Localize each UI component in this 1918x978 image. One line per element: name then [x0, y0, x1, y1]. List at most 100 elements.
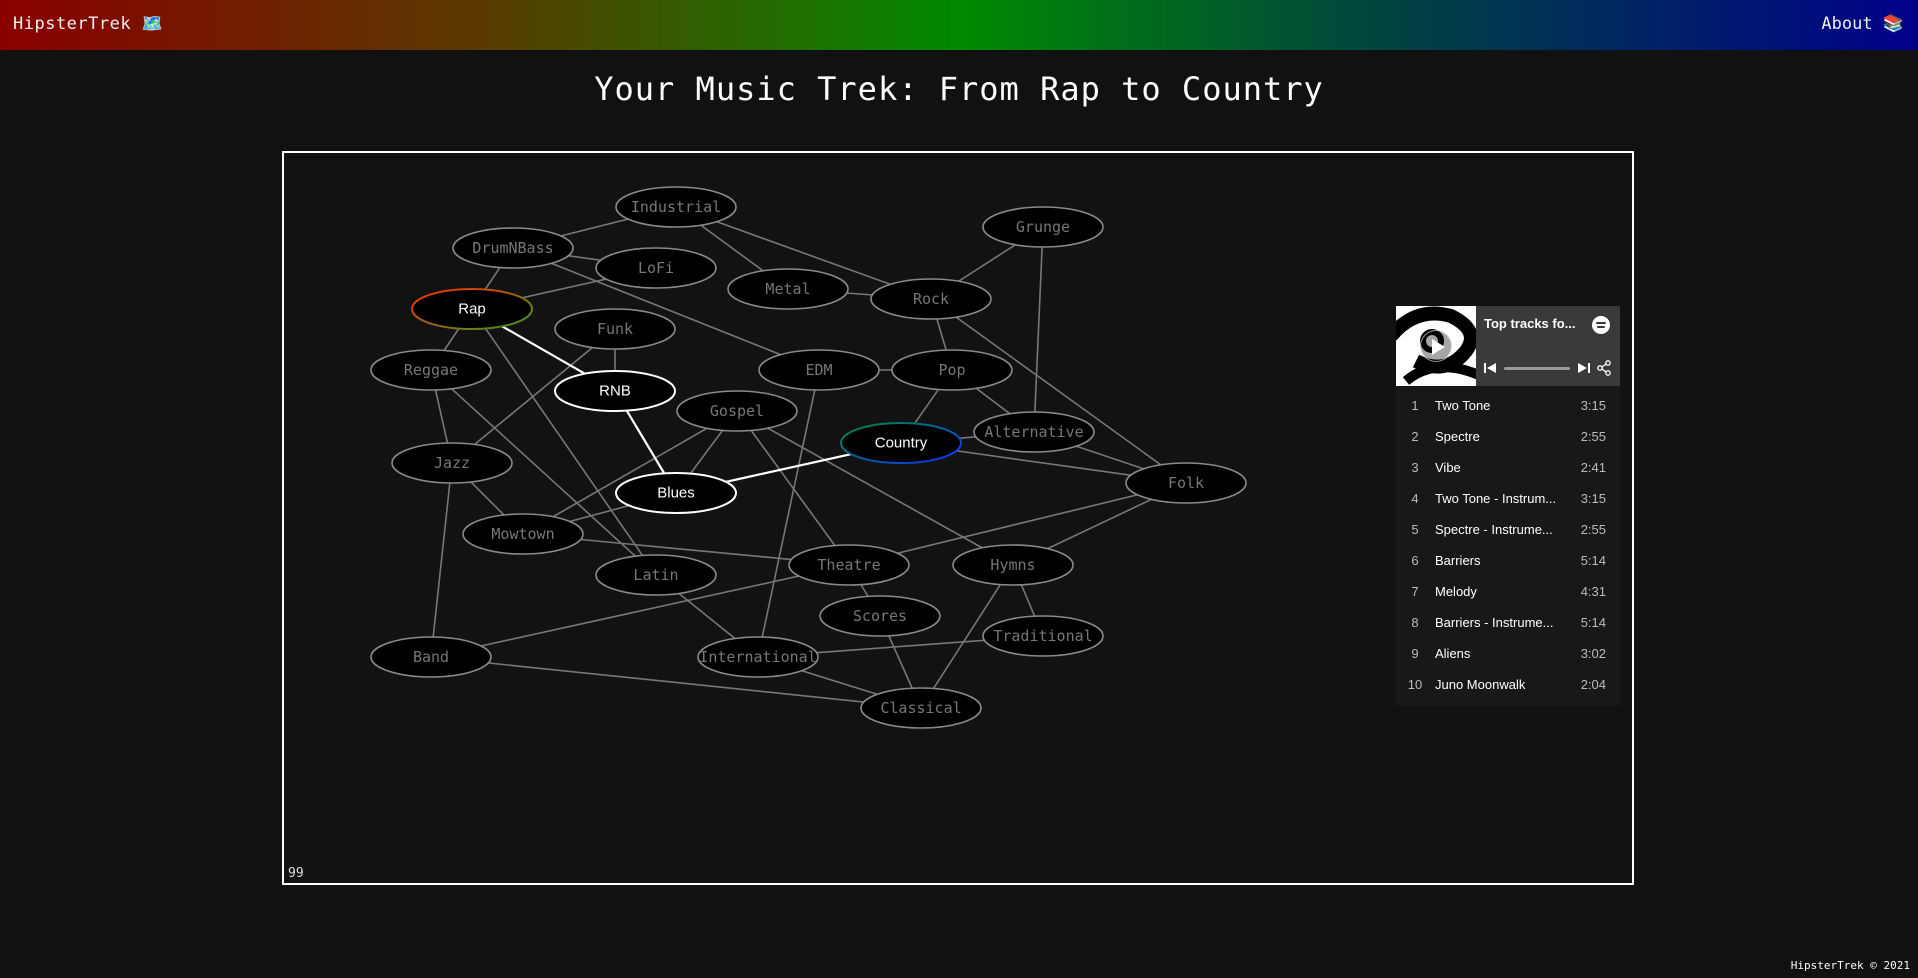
- genre-node-rap[interactable]: Rap: [411, 288, 533, 330]
- genre-node-lofi[interactable]: LoFi: [595, 247, 717, 289]
- track-row[interactable]: 5 Spectre - Instrume... 2:55: [1396, 514, 1620, 545]
- track-number: 4: [1411, 491, 1419, 506]
- genre-node-country[interactable]: Country: [840, 422, 962, 464]
- node-layer: Industrial Grunge DrumNBass LoFi Metal Rock Ra…: [370, 186, 1247, 729]
- share-icon[interactable]: [1596, 360, 1612, 376]
- about-link[interactable]: About 📚: [1821, 14, 1904, 34]
- genre-counter: 99: [288, 866, 304, 881]
- genre-node-rnb[interactable]: RNB: [554, 370, 676, 412]
- genre-node-gospel[interactable]: Gospel: [676, 390, 798, 432]
- genre-node-label: Blues: [657, 485, 695, 502]
- track-name: Melody: [1435, 584, 1477, 599]
- track-row[interactable]: 2 Spectre 2:55: [1396, 421, 1620, 452]
- track-row[interactable]: 4 Two Tone - Instrum... 3:15: [1396, 483, 1620, 514]
- genre-node-rock[interactable]: Rock: [870, 278, 992, 320]
- genre-node-label: Rock: [913, 290, 949, 308]
- genre-node-grunge[interactable]: Grunge: [982, 206, 1104, 248]
- track-row[interactable]: 7 Melody 4:31: [1396, 576, 1620, 607]
- footer-copyright: HipsterTrek © 2021: [1790, 959, 1910, 972]
- track-row[interactable]: 3 Vibe 2:41: [1396, 452, 1620, 483]
- genre-node-label: Reggae: [404, 361, 458, 379]
- genre-node-label: Mowtown: [491, 525, 554, 543]
- top-nav-bar: HipsterTrek 🗺️ About 📚: [0, 0, 1918, 50]
- track-name: Barriers: [1435, 553, 1481, 568]
- track-duration: 2:55: [1580, 429, 1606, 444]
- progress-bar[interactable]: [1504, 367, 1570, 370]
- track-number: 1: [1411, 398, 1419, 413]
- graph-edge: [736, 410, 850, 566]
- genre-node-label: Theatre: [817, 556, 880, 574]
- genre-node-label: Jazz: [434, 454, 470, 472]
- genre-node-label: Hymns: [990, 556, 1035, 574]
- genre-node-funk[interactable]: Funk: [554, 308, 676, 350]
- genre-node-label: RNB: [599, 383, 631, 400]
- graph-edge: [1033, 226, 1044, 433]
- genre-node-mowtown[interactable]: Mowtown: [462, 513, 584, 555]
- genre-node-alternative[interactable]: Alternative: [973, 411, 1095, 453]
- genre-node-label: Metal: [765, 280, 810, 298]
- player-title[interactable]: Top tracks fo...: [1484, 316, 1584, 331]
- genre-node-label: Scores: [853, 607, 907, 625]
- graph-edge: [430, 462, 453, 658]
- track-duration: 3:15: [1580, 491, 1606, 506]
- graph-edge: [930, 298, 1187, 484]
- genre-node-reggae[interactable]: Reggae: [370, 349, 492, 391]
- genre-node-industrial[interactable]: Industrial: [615, 186, 737, 228]
- track-number: 7: [1411, 584, 1419, 599]
- album-cover: [1396, 306, 1476, 386]
- track-number: 2: [1411, 429, 1419, 444]
- genre-node-classical[interactable]: Classical: [860, 687, 982, 729]
- track-name: Two Tone: [1435, 398, 1491, 413]
- genre-node-scores[interactable]: Scores: [819, 595, 941, 637]
- genre-node-hymns[interactable]: Hymns: [952, 544, 1074, 586]
- genre-node-label: International: [699, 648, 816, 666]
- track-list: 1 Two Tone 3:15 2 Spectre 2:55 3 Vibe 2:41 4 Tw…: [1396, 390, 1620, 700]
- genre-node-jazz[interactable]: Jazz: [391, 442, 513, 484]
- player-header: Top tracks fo...: [1396, 306, 1620, 386]
- genre-node-label: Latin: [633, 566, 678, 584]
- genre-node-label: LoFi: [638, 259, 674, 277]
- spotify-player: Top tracks fo... 1 Two Tone 3:15 2 Spectre 2…: [1396, 306, 1620, 706]
- track-row[interactable]: 10 Juno Moonwalk 2:04: [1396, 669, 1620, 700]
- track-row[interactable]: 8 Barriers - Instrume... 5:14: [1396, 607, 1620, 638]
- genre-node-pop[interactable]: Pop: [891, 349, 1013, 391]
- genre-node-label: DrumNBass: [472, 239, 553, 257]
- track-duration: 3:15: [1580, 398, 1606, 413]
- graph-edge: [430, 656, 922, 709]
- genre-node-label: Funk: [597, 320, 633, 338]
- track-name: Two Tone - Instrum...: [1435, 491, 1557, 506]
- spotify-logo-icon[interactable]: [1592, 316, 1610, 334]
- genre-node-band[interactable]: Band: [370, 636, 492, 678]
- next-track-icon[interactable]: [1578, 362, 1590, 374]
- play-button[interactable]: [1420, 330, 1452, 362]
- track-number: 9: [1411, 646, 1419, 661]
- track-name: Spectre - Instrume...: [1435, 522, 1553, 537]
- track-duration: 5:14: [1580, 615, 1606, 630]
- genre-node-edm[interactable]: EDM: [758, 349, 880, 391]
- track-name: Aliens: [1435, 646, 1471, 661]
- track-duration: 4:31: [1580, 584, 1606, 599]
- genre-node-drumnbass[interactable]: DrumNBass: [452, 227, 574, 269]
- genre-node-label: Gospel: [710, 402, 764, 420]
- genre-node-traditional[interactable]: Traditional: [982, 615, 1104, 657]
- track-number: 8: [1411, 615, 1419, 630]
- genre-node-folk[interactable]: Folk: [1125, 462, 1247, 504]
- track-name: Vibe: [1435, 460, 1461, 475]
- track-duration: 5:14: [1580, 553, 1606, 568]
- track-number: 3: [1411, 460, 1419, 475]
- track-row[interactable]: 9 Aliens 3:02: [1396, 638, 1620, 669]
- genre-node-label: Folk: [1168, 474, 1204, 492]
- genre-node-metal[interactable]: Metal: [727, 268, 849, 310]
- page-title: Your Music Trek: From Rap to Country: [594, 70, 1324, 108]
- track-row[interactable]: 1 Two Tone 3:15: [1396, 390, 1620, 421]
- previous-track-icon[interactable]: [1484, 362, 1496, 374]
- genre-node-international[interactable]: International: [697, 636, 819, 678]
- brand-logo[interactable]: HipsterTrek 🗺️: [13, 14, 164, 34]
- genre-node-latin[interactable]: Latin: [595, 554, 717, 596]
- genre-node-label: Rap: [458, 301, 486, 318]
- genre-node-label: Grunge: [1016, 218, 1070, 236]
- genre-node-label: Alternative: [984, 423, 1083, 441]
- genre-node-theatre[interactable]: Theatre: [788, 544, 910, 586]
- track-row[interactable]: 6 Barriers 5:14: [1396, 545, 1620, 576]
- genre-node-blues[interactable]: Blues: [615, 472, 737, 514]
